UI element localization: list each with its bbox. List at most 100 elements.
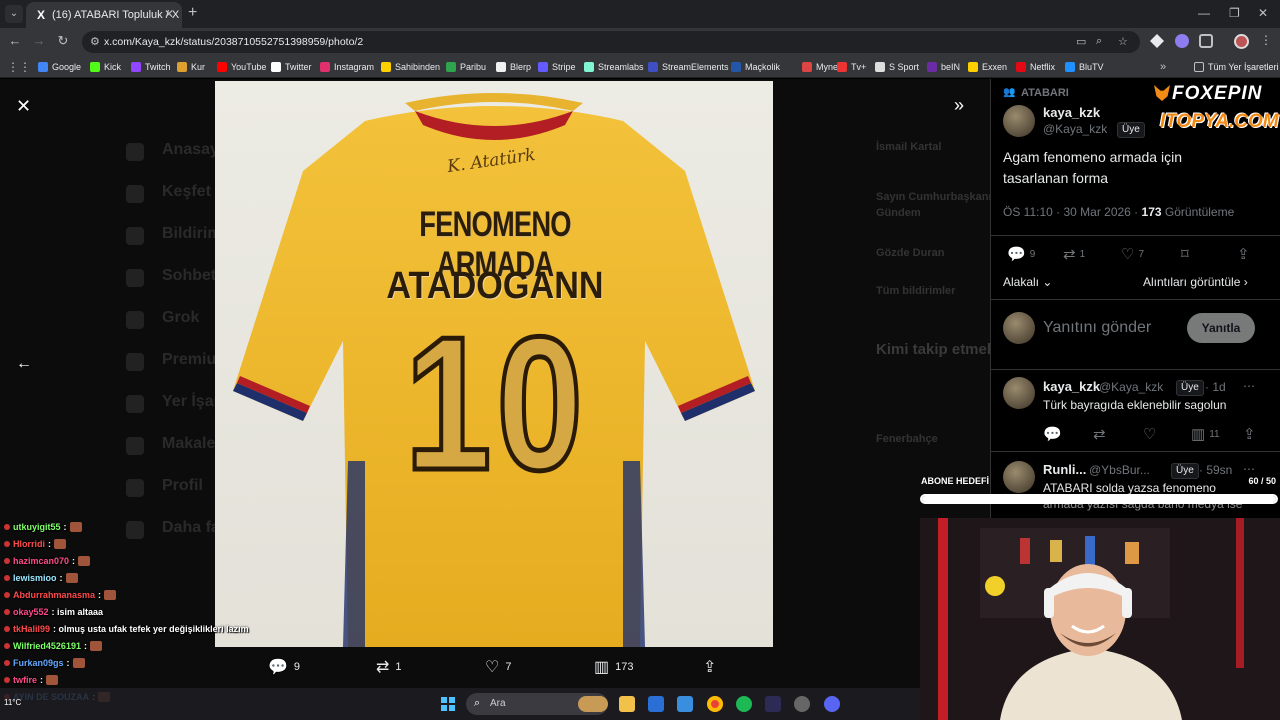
- panel-repost-button[interactable]: ⇄ 1: [1063, 245, 1085, 263]
- reply-share-button[interactable]: ⇪: [1243, 425, 1256, 443]
- sub-goal-count: 60 / 50: [1248, 476, 1276, 486]
- bookmark-item[interactable]: Blerp: [496, 60, 531, 74]
- chat-username: hazimcan070: [13, 556, 70, 566]
- bookmark-item[interactable]: Stripe: [538, 60, 576, 74]
- minimize-icon[interactable]: —: [1198, 6, 1210, 20]
- bookmark-item[interactable]: Instagram: [320, 60, 374, 74]
- panel-bookmark-button[interactable]: ⌑: [1181, 245, 1189, 263]
- bookmark-item[interactable]: Mynet: [802, 60, 841, 74]
- collapse-panel-icon[interactable]: »: [954, 95, 964, 116]
- chrome-icon[interactable]: [707, 696, 723, 712]
- reply-input[interactable]: Yanıtını gönder: [1043, 319, 1151, 337]
- panel-reply-button[interactable]: 💬 9: [1007, 245, 1035, 263]
- discord-icon[interactable]: [824, 696, 840, 712]
- reply-like-button[interactable]: ♡: [1143, 425, 1156, 443]
- reply-submit-button[interactable]: Yanıtla: [1187, 313, 1255, 343]
- extension-icon[interactable]: [1175, 34, 1189, 48]
- apps-grid-icon[interactable]: ⋮⋮: [7, 60, 31, 74]
- community-name[interactable]: ATABARI: [1021, 87, 1069, 99]
- site-info-icon[interactable]: ⚙: [90, 35, 100, 48]
- bookmark-item[interactable]: Exxen: [968, 60, 1007, 74]
- subscriber-goal-widget: ABONE HEDEFİ 60 / 50: [918, 476, 1280, 508]
- reply-views[interactable]: ▥ 11: [1191, 425, 1220, 443]
- bookmark-item[interactable]: S Sport: [875, 60, 919, 74]
- bookmark-item[interactable]: Google: [38, 60, 81, 74]
- like-action[interactable]: ♡ 7: [485, 657, 511, 677]
- extensions-puzzle-icon[interactable]: [1199, 34, 1213, 48]
- tweet-timestamp[interactable]: ÖS 11:10 · 30 Mar 2026 ·: [1003, 205, 1138, 219]
- panel-like-button[interactable]: ♡ 7: [1121, 245, 1144, 263]
- file-explorer-icon[interactable]: [619, 696, 635, 712]
- bookmark-item[interactable]: Streamlabs: [584, 60, 644, 74]
- spotify-icon[interactable]: [736, 696, 752, 712]
- next-app-icon[interactable]: [765, 696, 781, 712]
- chat-badge-icon: [4, 609, 10, 615]
- restore-icon[interactable]: ❐: [1229, 6, 1240, 20]
- author-name[interactable]: kaya_kzk: [1043, 105, 1100, 120]
- close-viewer-icon[interactable]: ✕: [16, 96, 31, 117]
- view-quotes-link[interactable]: Alıntıları görüntüle ›: [1143, 275, 1248, 289]
- reply-reply-button[interactable]: 💬: [1043, 425, 1062, 443]
- member-badge: Üye: [1117, 122, 1145, 138]
- reply-sort-dropdown[interactable]: Alakalı ⌄: [1003, 275, 1052, 289]
- reply-repost-button[interactable]: ⇄: [1093, 425, 1106, 443]
- reply-author-name[interactable]: kaya_kzk: [1043, 379, 1100, 394]
- panel-share-button[interactable]: ⇪: [1237, 245, 1250, 263]
- repost-action[interactable]: ⇄ 1: [376, 657, 402, 677]
- install-app-icon[interactable]: ▭: [1076, 35, 1086, 48]
- tweet-photo[interactable]: K. Atatürk FENOMENO ARMADA ATADOGANN 10: [215, 81, 773, 647]
- all-bookmarks-folder[interactable]: Tüm Yer İşaretleri: [1194, 60, 1279, 74]
- bookmark-item[interactable]: Maçkolik: [731, 60, 780, 74]
- repost-icon: ⇄: [376, 659, 390, 676]
- reply-author-handle[interactable]: @YbsBur...: [1089, 463, 1150, 477]
- dimmed-nav-icon: [126, 311, 144, 329]
- bookmark-item[interactable]: Twitter: [271, 60, 312, 74]
- bookmark-item[interactable]: Paribu: [446, 60, 486, 74]
- more-options-icon[interactable]: ⋯: [1243, 462, 1255, 476]
- browser-tab-active[interactable]: X (16) ATABARI Topluluk / X ✕: [26, 2, 182, 28]
- bookmark-item[interactable]: Tv+: [837, 60, 866, 74]
- extension-icon[interactable]: [1150, 34, 1164, 48]
- settings-gear-icon[interactable]: [794, 696, 810, 712]
- reply-author-handle[interactable]: @Kaya_kzk: [1099, 380, 1163, 394]
- bookmark-item[interactable]: BluTV: [1065, 60, 1104, 74]
- bookmark-star-icon[interactable]: ☆: [1118, 35, 1128, 48]
- bookmark-item[interactable]: beIN: [927, 60, 960, 74]
- window-close-icon[interactable]: ✕: [1258, 6, 1268, 20]
- more-options-icon[interactable]: ⋯: [1243, 379, 1255, 393]
- widget-thumbnail-icon[interactable]: [578, 696, 608, 712]
- bookmark-item[interactable]: Sahibinden: [381, 60, 440, 74]
- back-icon[interactable]: ←: [6, 33, 24, 48]
- bookmark-item[interactable]: Kick: [90, 60, 121, 74]
- share-action[interactable]: ⇪: [703, 657, 716, 677]
- reply-action[interactable]: 💬 9: [268, 657, 300, 677]
- author-handle[interactable]: @Kaya_kzk: [1043, 122, 1107, 136]
- tab-close-icon[interactable]: ✕: [164, 7, 174, 21]
- zoom-icon[interactable]: ⌕: [1096, 35, 1102, 48]
- profile-avatar[interactable]: [1234, 34, 1249, 49]
- tab-search-button[interactable]: ⌄: [5, 5, 23, 23]
- bookmark-item[interactable]: StreamElements: [648, 60, 729, 74]
- more-bookmarks-icon[interactable]: »: [1160, 60, 1166, 74]
- reply-avatar[interactable]: [1003, 377, 1035, 409]
- browser-menu-icon[interactable]: ⋮: [1260, 33, 1272, 47]
- bookmark-item[interactable]: Netflix: [1016, 60, 1055, 74]
- windows-start-icon[interactable]: [441, 697, 455, 711]
- author-avatar[interactable]: [1003, 105, 1035, 137]
- previous-photo-icon[interactable]: ←: [16, 355, 32, 373]
- bookmark-label: Twitch: [145, 62, 171, 72]
- divider: [991, 299, 1280, 300]
- reload-icon[interactable]: ↻: [54, 33, 72, 49]
- bookmark-item[interactable]: Kur: [177, 60, 205, 74]
- views-action[interactable]: ▥ 173: [594, 657, 633, 677]
- reply-author-name[interactable]: Runli...: [1043, 462, 1086, 477]
- bookmark-item[interactable]: Twitch: [131, 60, 171, 74]
- forward-icon[interactable]: →: [30, 33, 48, 48]
- new-tab-button[interactable]: +: [188, 4, 197, 22]
- bookmark-label: Instagram: [334, 62, 375, 72]
- store-icon[interactable]: [648, 696, 664, 712]
- mail-icon[interactable]: [677, 696, 693, 712]
- address-bar[interactable]: ⚙ x.com/Kaya_kzk/status/2038710552751398…: [82, 31, 1140, 53]
- weather-widget[interactable]: 11°C: [4, 698, 21, 707]
- bookmark-item[interactable]: YouTube: [217, 60, 266, 74]
